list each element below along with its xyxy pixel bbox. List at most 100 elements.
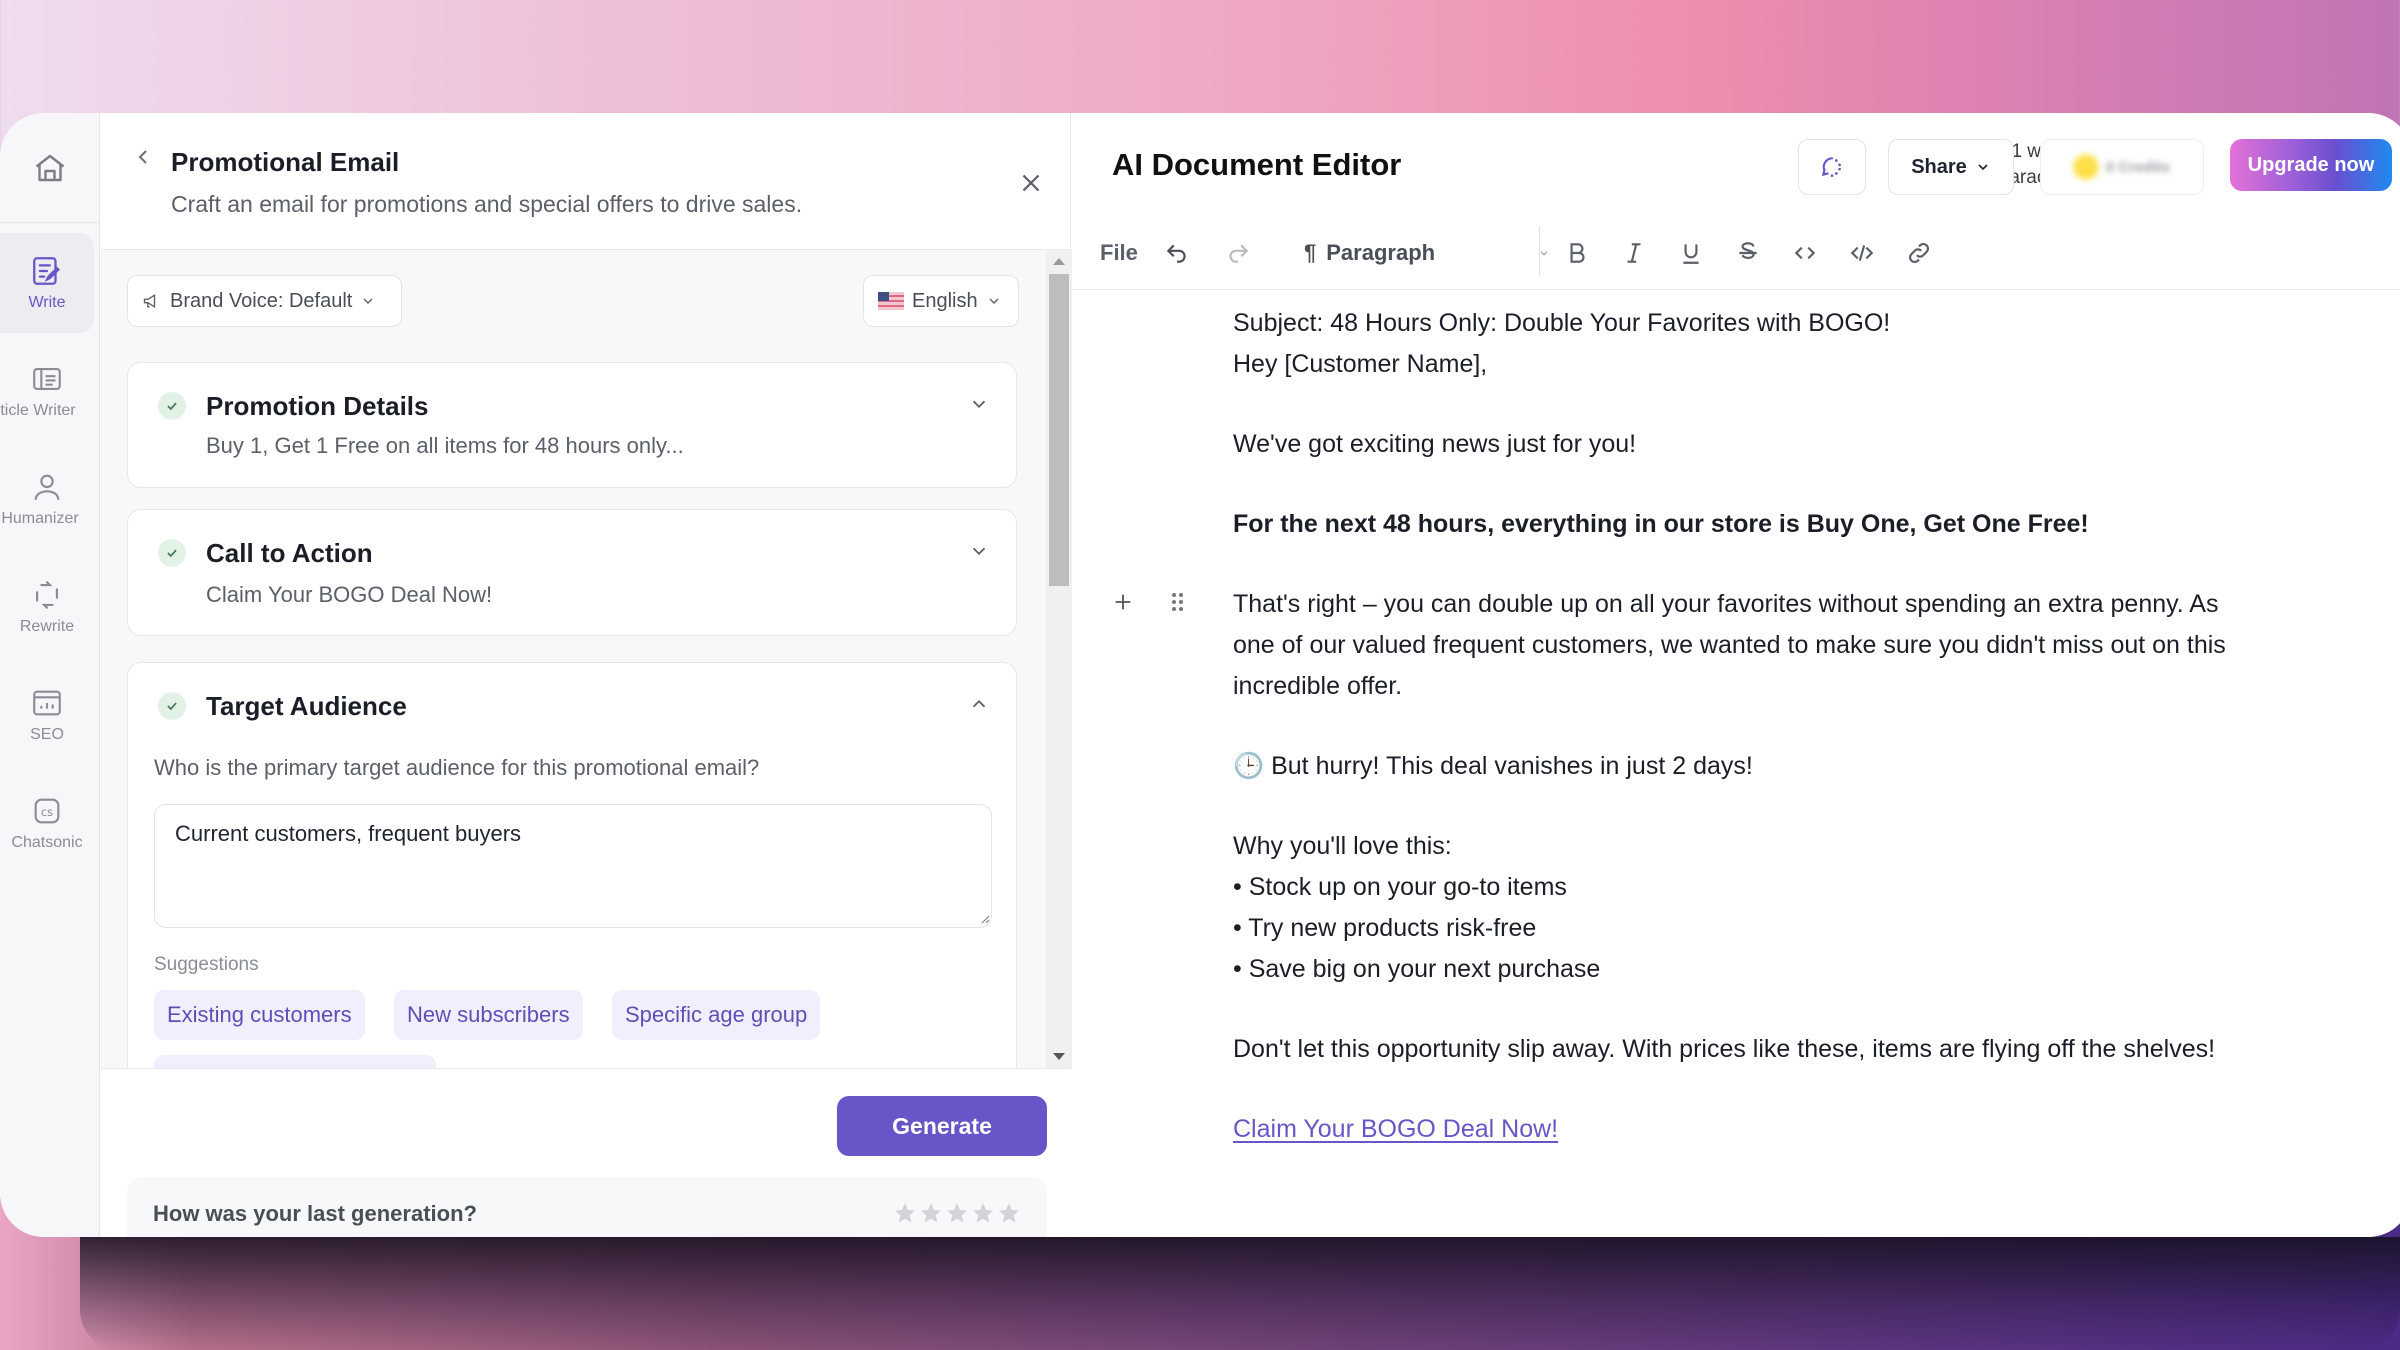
chevron-down-icon [363,298,373,304]
drag-handle-icon[interactable] [1170,591,1186,613]
article-icon [33,368,61,390]
code-block-button[interactable] [1849,236,1875,270]
megaphone-icon [143,293,156,309]
svg-text:cs: cs [41,805,53,819]
check-icon [158,392,186,420]
clock-icon: 🕒 [1233,752,1265,780]
share-button[interactable]: Share [1888,139,2014,195]
star-rating[interactable] [893,1201,1021,1225]
template-form-panel: Promotional Email Craft an email for pro… [101,113,1072,1237]
chevron-down-icon[interactable] [968,540,990,562]
language-select[interactable]: English [863,275,1019,327]
redo-button[interactable] [1225,236,1251,270]
editor-title: AI Document Editor [1112,147,1402,182]
section-promotion-details[interactable]: Promotion Details Buy 1, Get 1 Free on a… [127,362,1017,488]
panel-subtitle: Craft an email for promotions and specia… [171,191,803,217]
history-button[interactable] [1798,139,1866,195]
form-scrollbar[interactable] [1046,250,1072,1068]
chatsonic-icon: cs [34,798,60,824]
italic-icon [1627,243,1641,263]
target-audience-input[interactable]: Current customers, frequent buyers [154,804,992,928]
document-editor: AI Document Editor 151 words 858 charact… [1072,113,2400,1237]
suggestion-chip[interactable]: New subscribers [394,990,583,1040]
section-call-to-action[interactable]: Call to Action Claim Your BOGO Deal Now! [127,509,1017,636]
block-type-select[interactable]: ¶ Paragraph [1304,236,1551,270]
paragraph: That's right – you can double up on all … [1233,590,2226,700]
check-icon [158,539,186,567]
star-icon[interactable] [997,1201,1021,1225]
form-scroll-area: Brand Voice: Default English Promotion D… [101,250,1049,1068]
back-button[interactable] [131,145,155,169]
strikethrough-button[interactable] [1735,236,1761,270]
section-value: Claim Your BOGO Deal Now! [206,582,493,607]
credits-label: 0 Credits [2105,158,2171,176]
underline-icon [1683,244,1699,264]
scroll-thumb[interactable] [1049,274,1069,586]
sidebar-item-seo[interactable]: SEO [0,665,94,765]
sidebar-item-label: Rewrite [19,618,75,635]
inline-code-button[interactable] [1792,236,1818,270]
suggestion-chip[interactable]: Existing customers [154,990,365,1040]
feedback-question: How was your last generation? [153,1201,477,1226]
add-block-icon[interactable] [1112,591,1134,613]
underline-button[interactable] [1678,236,1704,270]
credits-badge[interactable]: 0 Credits [2040,139,2204,195]
sidebar-item-rewrite[interactable]: Rewrite [0,557,94,657]
block-type-label: Paragraph [1326,240,1436,265]
list-item: • Try new products risk-free [1233,914,1537,942]
code-icon [1794,246,1816,260]
cta-link[interactable]: Claim Your BOGO Deal Now! [1233,1115,1558,1143]
star-icon[interactable] [945,1201,969,1225]
italic-button[interactable] [1621,236,1647,270]
list-intro: Why you'll love this: [1233,832,1452,860]
generate-button[interactable]: Generate [837,1096,1047,1156]
sidebar-item-label: Humanizer [1,510,79,527]
chevron-down-icon[interactable] [968,393,990,415]
paragraph-urgency: 🕒 But hurry! This deal vanishes in just … [1233,746,2253,787]
sidebar-item-label: Chatsonic [11,834,83,851]
list-item: • Save big on your next purchase [1233,955,1601,983]
suggestion-chip[interactable]: Specific age group [612,990,821,1040]
strikethrough-icon [1739,242,1757,259]
document-body[interactable]: Subject: 48 Hours Only: Double Your Favo… [1233,303,2253,1150]
list-item: • Stock up on your go-to items [1233,873,1567,901]
star-icon[interactable] [971,1201,995,1225]
toolbar-divider [1539,226,1540,276]
upgrade-button[interactable]: Upgrade now [2230,139,2392,191]
scroll-down-arrow[interactable] [1053,1053,1065,1060]
section-target-audience: Target Audience Who is the primary targe… [127,662,1017,1068]
brand-voice-select[interactable]: Brand Voice: Default [127,275,402,327]
close-button[interactable] [1016,168,1046,198]
close-icon [1022,174,1040,192]
window-shadow [80,1237,2400,1350]
email-greeting: Hey [Customer Name], [1233,350,1488,378]
panel-header: Promotional Email Craft an email for pro… [101,113,1070,250]
coin-icon [2073,155,2098,179]
sidebar-rail: Write Article Writer Humanizer Rewrite S… [0,113,100,1237]
sidebar-item-article-writer[interactable]: Article Writer [0,341,94,441]
sidebar-item-label: Write [28,294,66,311]
share-label: Share [1911,155,1967,178]
bold-button[interactable] [1564,236,1590,270]
chevron-up-icon[interactable] [968,693,990,715]
sidebar-item-chatsonic[interactable]: cs Chatsonic [0,773,94,873]
paragraph-bold: For the next 48 hours, everything in our… [1233,510,2089,538]
star-icon[interactable] [893,1201,917,1225]
seo-icon [33,690,61,716]
scroll-up-arrow[interactable] [1053,258,1065,265]
link-button[interactable] [1906,236,1932,270]
star-icon[interactable] [919,1201,943,1225]
file-menu[interactable]: File [1100,236,1138,270]
redo-icon [1229,244,1249,263]
section-value: Buy 1, Get 1 Free on all items for 48 ho… [206,433,684,458]
app-window: Write Article Writer Humanizer Rewrite S… [0,113,2400,1237]
link-icon [1909,243,1929,263]
suggestion-chip[interactable]: Loyalty program members [154,1055,436,1068]
undo-button[interactable] [1164,236,1190,270]
panel-footer: Generate How was your last generation? [101,1068,1071,1237]
sidebar-item-label: Article Writer [0,402,76,419]
sidebar-item-humanizer[interactable]: Humanizer [0,449,94,549]
home-button[interactable] [0,113,100,223]
sidebar-item-write[interactable]: Write [0,233,94,333]
resize-handle-icon[interactable] [978,912,990,924]
